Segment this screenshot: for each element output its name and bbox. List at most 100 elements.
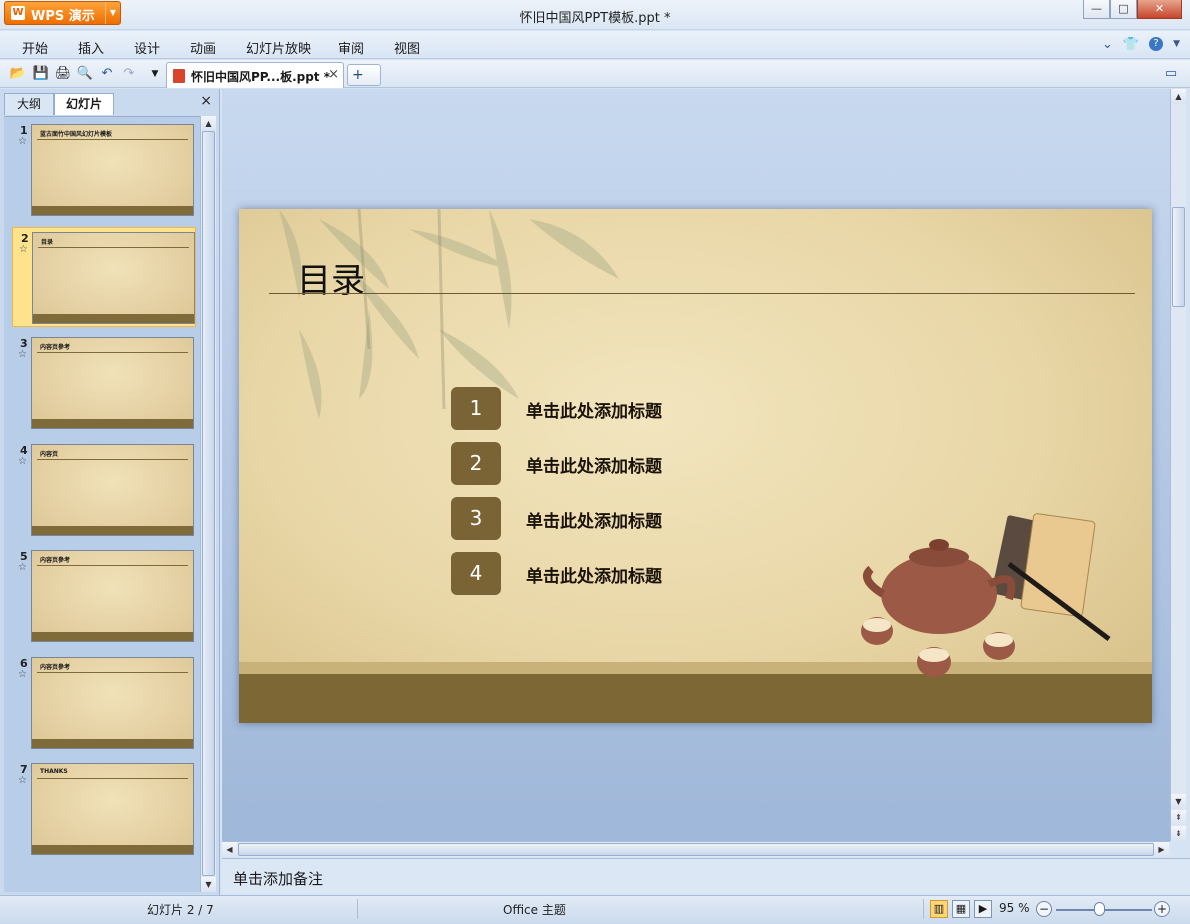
slide-thumbnail[interactable]: 2 ☆ 目录 bbox=[12, 226, 196, 327]
help-dropdown-icon[interactable]: ▼ bbox=[1173, 37, 1180, 52]
close-window-button[interactable]: ✕ bbox=[1137, 0, 1182, 19]
scroll-left-icon[interactable]: ◀ bbox=[222, 842, 237, 857]
toc-text[interactable]: 单击此处添加标题 bbox=[526, 562, 662, 587]
slide-title[interactable]: 目录 bbox=[297, 253, 365, 302]
slide-editor: 目录 1 单击此处添加标题 2 单击此处添加标题 3 单击此处添加标题 4 单击… bbox=[222, 89, 1170, 841]
maximize-button[interactable]: □ bbox=[1110, 0, 1137, 19]
collapse-ribbon-icon[interactable]: ⌄ bbox=[1102, 37, 1113, 52]
quick-access-toolbar: 📂 💾 🖨 🔍 ↶ ↷ ▼ 怀旧中国风PP...板.ppt * × + ▼ ▭ bbox=[0, 60, 1190, 101]
status-bar: 幻灯片 2 / 7 Office 主题 ▥ ▦ ▶ 95 % − + bbox=[0, 895, 1190, 924]
ppt-file-icon bbox=[173, 69, 185, 83]
slide-thumbnail[interactable]: 4 ☆ 内容页 bbox=[12, 440, 196, 540]
current-slide[interactable]: 目录 1 单击此处添加标题 2 单击此处添加标题 3 单击此处添加标题 4 单击… bbox=[239, 209, 1152, 723]
animation-star-icon: ☆ bbox=[18, 668, 27, 680]
slide-sorter-view-icon[interactable]: ▦ bbox=[952, 900, 970, 918]
previous-slide-icon[interactable]: ⇞ bbox=[1171, 810, 1186, 825]
menu-view[interactable]: 视图 bbox=[394, 38, 420, 57]
print-icon[interactable]: 🖨 bbox=[54, 65, 72, 83]
slide-thumbnail[interactable]: 5 ☆ 内容页參考 bbox=[12, 546, 196, 646]
normal-view-icon[interactable]: ▥ bbox=[930, 900, 948, 918]
slide-vertical-scrollbar[interactable]: ▲ ▼ ⇞ ⇟ bbox=[1170, 89, 1186, 841]
slide-thumbnail[interactable]: 1 ☆ 蓝古面竹中国风幻灯片模板 bbox=[12, 120, 196, 220]
thumbnail-list: 1 ☆ 蓝古面竹中国风幻灯片模板 2 ☆ 目录 3 ☆ 内容页參考 4 ☆ 内容页 5 ☆ 内容页參考 6 ☆ 内… bbox=[4, 116, 200, 892]
status-divider bbox=[357, 899, 358, 919]
close-tab-icon[interactable]: × bbox=[328, 67, 339, 82]
toc-number: 3 bbox=[451, 497, 501, 540]
thumbnail-footer-bar bbox=[32, 419, 193, 428]
slide-horizontal-scrollbar[interactable]: ◀ ▶ bbox=[222, 841, 1170, 857]
scroll-up-icon[interactable]: ▲ bbox=[1171, 89, 1186, 104]
scrollbar-thumb[interactable] bbox=[238, 843, 1154, 856]
thumbnail-preview[interactable]: 内容页參考 bbox=[31, 656, 194, 749]
zoom-level[interactable]: 95 % bbox=[999, 901, 1030, 915]
menu-insert[interactable]: 插入 bbox=[78, 38, 104, 57]
thumbnail-title: 蓝古面竹中国风幻灯片模板 bbox=[40, 131, 113, 138]
thumbnail-preview[interactable]: 蓝古面竹中国风幻灯片模板 bbox=[31, 124, 194, 216]
thumbnail-preview[interactable]: THANKS bbox=[31, 763, 194, 855]
skin-shirt-icon[interactable]: 👕 bbox=[1123, 37, 1139, 52]
panel-tabs: 大纲 幻灯片 × bbox=[4, 93, 216, 115]
toc-number: 1 bbox=[451, 387, 501, 430]
open-folder-icon[interactable]: 📂 bbox=[9, 65, 27, 83]
thumbnail-scrollbar[interactable]: ▲ ▼ bbox=[200, 116, 216, 892]
toc-text[interactable]: 单击此处添加标题 bbox=[526, 397, 662, 422]
document-tab[interactable]: 怀旧中国风PP...板.ppt * × bbox=[166, 62, 344, 88]
thumbnail-rule bbox=[38, 246, 189, 248]
toc-item[interactable]: 2 单击此处添加标题 bbox=[451, 442, 751, 485]
animation-star-icon: ☆ bbox=[18, 136, 27, 147]
animation-star-icon: ☆ bbox=[18, 455, 27, 467]
redo-icon[interactable]: ↷ bbox=[120, 65, 138, 83]
menu-slideshow[interactable]: 幻灯片放映 bbox=[246, 38, 311, 57]
slides-panel: 大纲 幻灯片 × 1 ☆ 蓝古面竹中国风幻灯片模板 2 ☆ 目录 3 ☆ 内容页參考 4 ☆ 内容页 5… bbox=[0, 89, 220, 895]
scrollbar-thumb[interactable] bbox=[202, 131, 215, 876]
zoom-out-icon[interactable]: − bbox=[1036, 901, 1052, 917]
thumbnail-preview[interactable]: 内容页 bbox=[31, 443, 194, 536]
slide-thumbnail[interactable]: 7 ☆ THANKS bbox=[12, 759, 196, 859]
new-tab-button[interactable]: + ▼ bbox=[347, 64, 381, 101]
toc-item[interactable]: 1 单击此处添加标题 bbox=[451, 387, 751, 430]
close-panel-icon[interactable]: × bbox=[200, 93, 212, 109]
toc-number: 2 bbox=[451, 442, 501, 485]
menu-animation[interactable]: 动画 bbox=[190, 38, 216, 57]
thumbnail-preview[interactable]: 内容页參考 bbox=[31, 337, 194, 429]
menu-design[interactable]: 设计 bbox=[134, 38, 160, 57]
scroll-down-icon[interactable]: ▼ bbox=[1171, 794, 1186, 809]
help-icon[interactable]: ? bbox=[1149, 37, 1164, 51]
toc-text[interactable]: 单击此处添加标题 bbox=[526, 507, 662, 532]
thumbnail-preview[interactable]: 目录 bbox=[32, 231, 195, 324]
slide-thumbnail[interactable]: 6 ☆ 内容页參考 bbox=[12, 653, 196, 753]
scrollbar-thumb[interactable] bbox=[1172, 207, 1185, 307]
tab-outline[interactable]: 大纲 bbox=[4, 93, 54, 115]
toc-item[interactable]: 4 单击此处添加标题 bbox=[451, 552, 751, 595]
next-slide-icon[interactable]: ⇟ bbox=[1171, 826, 1186, 841]
toc-item[interactable]: 3 单击此处添加标题 bbox=[451, 497, 751, 540]
tab-slides[interactable]: 幻灯片 bbox=[54, 93, 114, 115]
print-preview-icon[interactable]: 🔍 bbox=[76, 65, 94, 83]
animation-star-icon: ☆ bbox=[18, 775, 27, 786]
title-bar: W WPS 演示 ▼ 怀旧中国风PPT模板.ppt * — □ ✕ bbox=[0, 0, 1190, 30]
undo-icon[interactable]: ↶ bbox=[98, 65, 116, 83]
layout-toggle-icon[interactable]: ▭ bbox=[1162, 65, 1180, 83]
toc-text[interactable]: 单击此处添加标题 bbox=[526, 452, 662, 477]
animation-star-icon: ☆ bbox=[18, 562, 27, 573]
save-icon[interactable]: 💾 bbox=[32, 65, 50, 83]
thumbnail-preview[interactable]: 内容页參考 bbox=[31, 550, 194, 642]
notes-pane[interactable]: 单击添加备注 bbox=[222, 858, 1190, 894]
zoom-slider-knob[interactable] bbox=[1094, 902, 1105, 916]
scroll-down-icon[interactable]: ▼ bbox=[201, 877, 216, 892]
scroll-right-icon[interactable]: ▶ bbox=[1154, 842, 1169, 857]
scroll-up-icon[interactable]: ▲ bbox=[201, 116, 216, 131]
notes-placeholder[interactable]: 单击添加备注 bbox=[233, 868, 323, 889]
minimize-button[interactable]: — bbox=[1083, 0, 1110, 19]
slideshow-view-icon[interactable]: ▶ bbox=[974, 900, 992, 918]
menu-bar: 开始 插入 设计 动画 幻灯片放映 审阅 视图 ⌄ 👕 ? ▼ bbox=[0, 31, 1190, 59]
menu-review[interactable]: 审阅 bbox=[338, 38, 364, 57]
theme-name: Office 主题 bbox=[503, 903, 566, 917]
title-divider bbox=[269, 293, 1135, 294]
zoom-in-icon[interactable]: + bbox=[1154, 901, 1170, 917]
slide-thumbnail[interactable]: 3 ☆ 内容页參考 bbox=[12, 333, 196, 433]
thumbnail-footer-bar bbox=[32, 845, 193, 854]
customize-toolbar-icon[interactable]: ▼ bbox=[146, 65, 164, 83]
thumbnail-rule bbox=[37, 139, 188, 140]
menu-start[interactable]: 开始 bbox=[22, 38, 48, 57]
